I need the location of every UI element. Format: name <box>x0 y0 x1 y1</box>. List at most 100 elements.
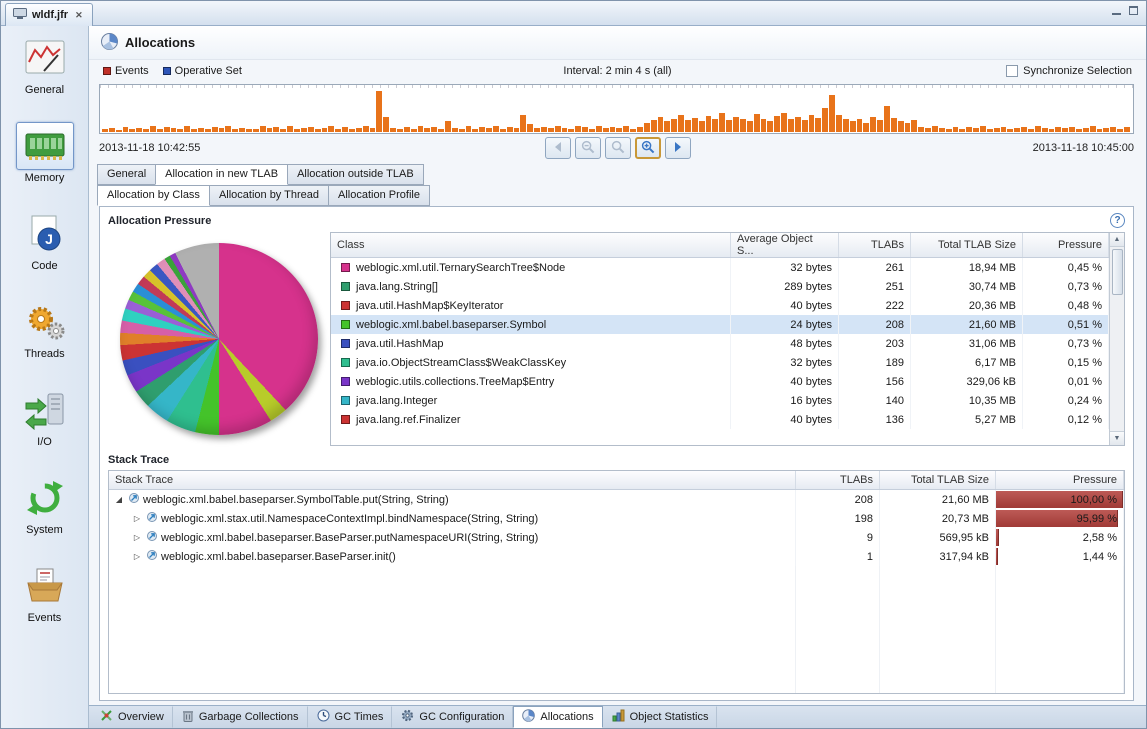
editor-tab-wldf[interactable]: wldf.jfr ✕ <box>5 3 93 26</box>
chart-bar <box>541 126 547 132</box>
tab-allocation-by-thread[interactable]: Allocation by Thread <box>208 185 330 206</box>
table-row[interactable]: weblogic.xml.util.TernarySearchTree$Node… <box>331 258 1109 277</box>
tlabs-cell: 203 <box>839 334 911 353</box>
collapse-icon[interactable]: ◢ <box>113 495 125 504</box>
sidebar-item-code[interactable]: J Code <box>1 210 88 298</box>
bottom-tab-allocations[interactable]: Allocations <box>513 706 603 728</box>
sidebar-item-label: System <box>26 524 63 536</box>
column-header-stack-trace[interactable]: Stack Trace <box>109 471 796 489</box>
bottom-tab-object-statistics[interactable]: Object Statistics <box>603 706 718 728</box>
total-tlab-size-cell: 5,27 MB <box>911 410 1023 429</box>
column-header-average-object-size[interactable]: Average Object S... <box>731 233 839 257</box>
chart-bar <box>980 126 986 132</box>
table-row[interactable]: java.util.HashMap$KeyIterator 40 bytes 222… <box>331 296 1109 315</box>
stack-trace-row[interactable]: ◢ weblogic.xml.babel.baseparser.SymbolTab… <box>109 490 1124 509</box>
table-row[interactable]: weblogic.xml.babel.baseparser.Symbol 24 b… <box>331 315 1109 334</box>
tab-allocation-by-class[interactable]: Allocation by Class <box>97 185 210 206</box>
tlabs-cell: 261 <box>839 258 911 277</box>
pressure-cell: 0,12 % <box>1023 410 1109 429</box>
table-row[interactable]: java.lang.ref.Finalizer 40 bytes 136 5,27 M… <box>331 410 1109 429</box>
maximize-button[interactable] <box>1129 6 1138 15</box>
sidebar-item-general[interactable]: General <box>1 34 88 122</box>
chart-bar <box>719 112 726 132</box>
magnifier-icon <box>611 140 625 157</box>
stack-trace-row[interactable]: ▷ weblogic.xml.stax.util.NamespaceContext… <box>109 509 1124 528</box>
expand-icon[interactable]: ▷ <box>131 533 143 542</box>
tab-general[interactable]: General <box>97 164 157 185</box>
sidebar-item-label: Events <box>27 612 62 624</box>
column-header-stack-total-tlab-size[interactable]: Total TLAB Size <box>880 471 996 489</box>
scrollbar-thumb[interactable] <box>1111 249 1123 295</box>
table-row[interactable]: java.util.HashMap 48 bytes 203 31,06 MB 0,73… <box>331 334 1109 353</box>
close-icon[interactable]: ✕ <box>73 10 85 21</box>
chart-bar <box>479 127 486 132</box>
sidebar-item-memory[interactable]: Memory <box>1 122 88 210</box>
chart-bar <box>705 115 712 132</box>
class-color-icon <box>341 263 350 272</box>
expand-icon[interactable]: ▷ <box>131 514 143 523</box>
column-header-stack-pressure[interactable]: Pressure <box>996 471 1124 489</box>
sidebar-item-label: Threads <box>24 348 65 360</box>
table-row[interactable]: weblogic.utils.collections.TreeMap$Entry… <box>331 372 1109 391</box>
chart-bars <box>102 89 1131 132</box>
bottom-tab-gc-times[interactable]: GC Times <box>308 706 393 728</box>
scroll-up-icon[interactable]: ▲ <box>1110 233 1124 247</box>
chart-bar <box>973 128 979 132</box>
table-row[interactable]: java.lang.String[] 289 bytes 251 30,74 MB 0,… <box>331 277 1109 296</box>
class-table-scrollbar[interactable]: ▲ ▼ <box>1109 233 1124 445</box>
table-row[interactable]: java.lang.Integer 16 bytes 140 10,35 MB 0,24… <box>331 391 1109 410</box>
stack-tlabs-cell: 198 <box>796 509 880 528</box>
stack-trace-row[interactable]: ▷ weblogic.xml.babel.baseparser.BaseParse… <box>109 528 1124 547</box>
chart-bar <box>835 114 842 132</box>
chart-bar <box>451 127 458 132</box>
bottom-tab-label: GC Times <box>334 711 384 723</box>
chart-bar <box>1117 128 1124 132</box>
class-color-icon <box>341 282 350 291</box>
timeline-chart[interactable] <box>99 84 1134 134</box>
sidebar-item-io[interactable]: I/O <box>1 386 88 474</box>
stack-trace-row[interactable]: ▷ weblogic.xml.babel.baseparser.BaseParse… <box>109 547 1124 566</box>
sidebar-item-system[interactable]: System <box>1 474 88 562</box>
sidebar-item-events[interactable]: Events <box>1 562 88 650</box>
chart-bar <box>211 126 218 132</box>
stack-table-body: ◢ weblogic.xml.babel.baseparser.SymbolTab… <box>109 490 1124 566</box>
chart-bar <box>753 113 760 132</box>
help-icon[interactable]: ? <box>1110 213 1125 228</box>
tab-allocation-profile[interactable]: Allocation Profile <box>328 185 430 206</box>
column-header-tlabs[interactable]: TLABs <box>839 233 911 257</box>
chart-bar <box>417 125 424 132</box>
sidebar-item-threads[interactable]: Threads <box>1 298 88 386</box>
bottom-tab-garbage-collections[interactable]: Garbage Collections <box>173 706 308 728</box>
chart-bar <box>959 129 966 132</box>
gear-icon <box>401 709 414 725</box>
chart-bar <box>1000 126 1007 132</box>
chart-bar <box>424 128 431 132</box>
bottom-tab-overview[interactable]: Overview <box>91 706 173 728</box>
chart-bar <box>842 119 849 132</box>
chart-bar <box>1028 128 1034 132</box>
class-color-icon <box>341 377 350 386</box>
pressure-cell: 0,48 % <box>1023 296 1109 315</box>
minimize-button[interactable] <box>1112 6 1121 15</box>
tab-allocation-outside-tlab[interactable]: Allocation outside TLAB <box>287 164 424 185</box>
allocation-pie-chart[interactable] <box>120 243 318 435</box>
chart-bar <box>739 119 746 132</box>
column-header-pressure[interactable]: Pressure <box>1023 233 1109 257</box>
column-header-stack-tlabs[interactable]: TLABs <box>796 471 880 489</box>
synchronize-selection-checkbox[interactable]: Synchronize Selection <box>1006 65 1132 77</box>
overview-icon <box>100 709 113 725</box>
zoom-in-button[interactable] <box>634 137 661 159</box>
column-header-total-tlab-size[interactable]: Total TLAB Size <box>911 233 1023 257</box>
avg-object-size-cell: 24 bytes <box>731 315 839 334</box>
stats-icon <box>612 709 625 725</box>
column-header-class[interactable]: Class <box>331 233 731 257</box>
table-row[interactable]: java.io.ObjectStreamClass$WeakClassKey 32… <box>331 353 1109 372</box>
tab-allocation-in-new-tlab[interactable]: Allocation in new TLAB <box>155 164 289 185</box>
forward-button[interactable] <box>664 137 691 159</box>
class-name: java.lang.Integer <box>356 394 438 407</box>
bottom-tab-gc-configuration[interactable]: GC Configuration <box>392 706 514 728</box>
chart-bar <box>938 127 945 132</box>
chart-bar <box>383 116 390 132</box>
scroll-down-icon[interactable]: ▼ <box>1110 431 1124 445</box>
expand-icon[interactable]: ▷ <box>131 552 143 561</box>
